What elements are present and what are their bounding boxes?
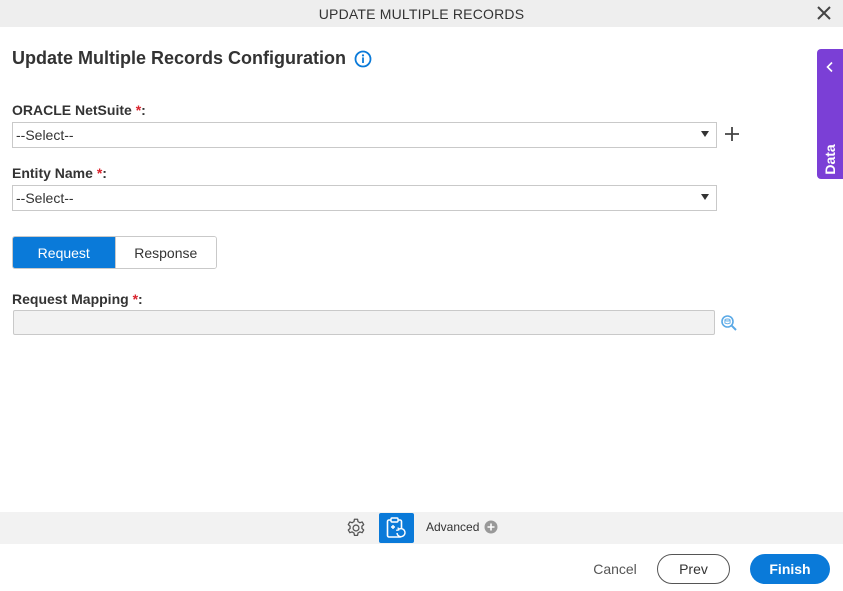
request-mapping-label-text: Request Mapping <box>12 291 129 307</box>
page-heading: Update Multiple Records Configuration <box>12 48 372 69</box>
update-multiple-records-dialog: UPDATE MULTIPLE RECORDS Update Multiple … <box>0 0 843 591</box>
close-icon[interactable] <box>815 4 833 22</box>
add-connection-icon[interactable] <box>724 126 740 142</box>
oracle-netsuite-select-value: --Select-- <box>16 127 74 143</box>
page-title: Update Multiple Records Configuration <box>12 48 347 68</box>
finish-button[interactable]: Finish <box>750 554 830 584</box>
chevron-down-icon <box>701 194 709 200</box>
gear-icon[interactable] <box>345 517 367 539</box>
request-response-toggle: Request Response <box>12 236 217 269</box>
app-data-panel-tab[interactable]: App Data <box>817 49 843 206</box>
label-colon: : <box>102 165 107 181</box>
request-mapping-label: Request Mapping *: <box>12 291 143 307</box>
prev-button[interactable]: Prev <box>657 554 730 584</box>
bottom-toolbar <box>0 512 843 544</box>
mapping-clipboard-button[interactable] <box>379 513 414 543</box>
label-colon: : <box>141 102 146 118</box>
chevron-left-icon <box>826 61 833 73</box>
data-search-icon[interactable] <box>720 314 738 332</box>
dialog-title: UPDATE MULTIPLE RECORDS <box>318 5 525 22</box>
clipboard-refresh-icon <box>386 517 406 538</box>
tab-request[interactable]: Request <box>13 237 115 268</box>
label-colon: : <box>138 291 143 307</box>
title-bar: UPDATE MULTIPLE RECORDS <box>0 0 843 27</box>
app-data-label: App Data <box>822 144 838 206</box>
cancel-button[interactable]: Cancel <box>583 556 647 582</box>
request-mapping-field[interactable] <box>13 310 715 335</box>
advanced-button[interactable]: Advanced <box>426 520 498 534</box>
info-icon[interactable] <box>354 50 372 68</box>
advanced-label: Advanced <box>426 520 480 534</box>
entity-name-select[interactable]: --Select-- <box>12 185 717 211</box>
entity-name-select-value: --Select-- <box>16 190 74 206</box>
oracle-netsuite-select[interactable]: --Select-- <box>12 122 717 148</box>
chevron-down-icon <box>701 131 709 137</box>
oracle-netsuite-label: ORACLE NetSuite *: <box>12 102 146 118</box>
tab-response[interactable]: Response <box>114 237 216 268</box>
plus-circle-icon <box>484 520 498 534</box>
entity-name-label: Entity Name *: <box>12 165 107 181</box>
oracle-netsuite-label-text: ORACLE NetSuite <box>12 102 132 118</box>
entity-name-label-text: Entity Name <box>12 165 93 181</box>
